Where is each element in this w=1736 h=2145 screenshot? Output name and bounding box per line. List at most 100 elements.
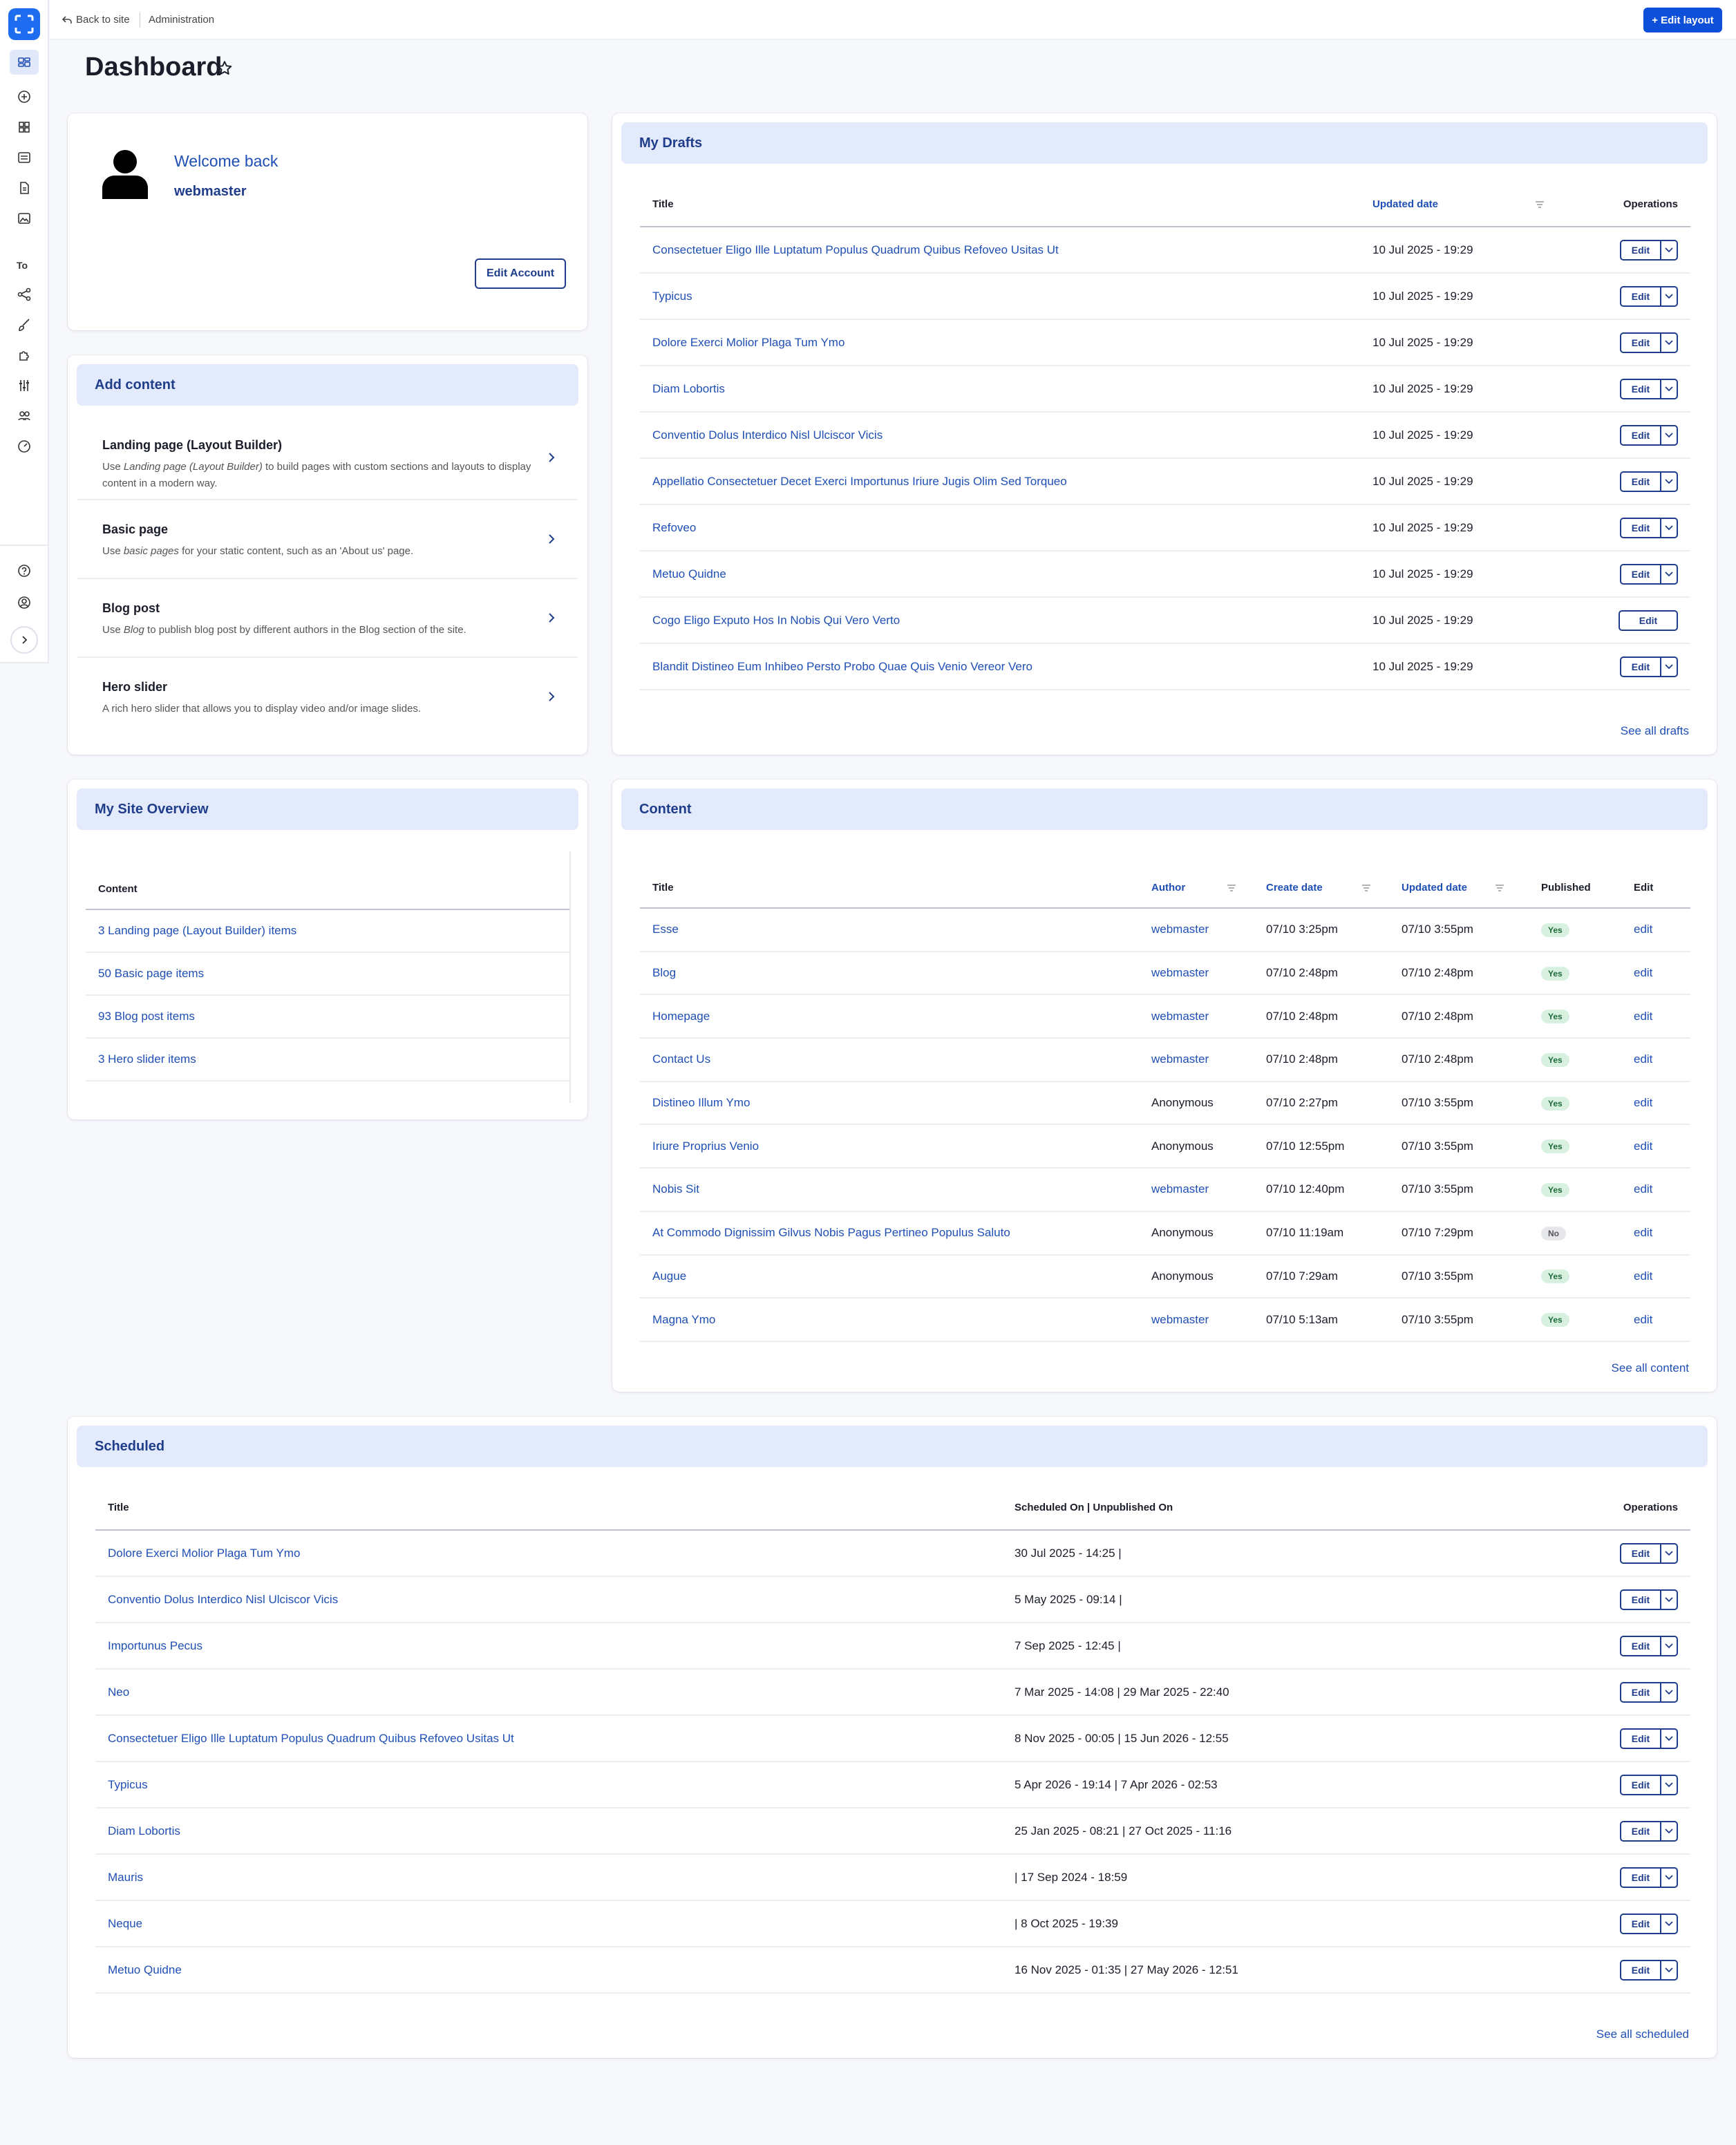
content-title-link[interactable]: Magna Ymo (652, 1313, 715, 1326)
scheduled-title-link[interactable]: Dolore Exerci Molior Plaga Tum Ymo (108, 1547, 300, 1560)
content-author[interactable]: webmaster (1151, 1313, 1209, 1326)
edit-button[interactable]: Edit (1621, 565, 1660, 583)
scheduled-title-link[interactable]: Consectetuer Eligo Ille Luptatum Populus… (108, 1732, 514, 1745)
edit-layout-button[interactable]: + Edit layout (1643, 8, 1722, 32)
edit-dropdown-toggle[interactable] (1660, 1729, 1677, 1748)
edit-button[interactable]: Edit (1621, 426, 1660, 444)
content-author[interactable]: webmaster (1151, 966, 1209, 979)
edit-button[interactable]: Edit (1621, 1591, 1660, 1609)
edit-dropdown-toggle[interactable] (1660, 426, 1677, 444)
logo-icon[interactable] (8, 8, 40, 40)
edit-dropdown-toggle[interactable] (1660, 518, 1677, 537)
draft-title-link[interactable]: Cogo Eligo Exputo Hos In Nobis Qui Vero … (652, 614, 900, 627)
edit-dropdown-toggle[interactable] (1660, 240, 1677, 259)
add-content-item-basic-page[interactable]: Basic page Use basic pages for your stat… (77, 500, 578, 579)
edit-account-button[interactable]: Edit Account (475, 258, 566, 289)
help-icon[interactable] (10, 558, 39, 583)
edit-button[interactable]: Edit (1621, 1637, 1660, 1655)
draft-title-link[interactable]: Blandit Distineo Eum Inhibeo Persto Prob… (652, 660, 1032, 673)
users-icon[interactable] (10, 404, 39, 428)
scheduled-title-link[interactable]: Typicus (108, 1778, 148, 1791)
draft-title-link[interactable]: Consectetuer Eligo Ille Luptatum Populus… (652, 243, 1059, 256)
draft-title-link[interactable]: Diam Lobortis (652, 382, 725, 395)
content-edit-link[interactable]: edit (1634, 966, 1652, 979)
edit-dropdown-toggle[interactable] (1660, 379, 1677, 398)
edit-dropdown-toggle[interactable] (1660, 565, 1677, 583)
content-title-link[interactable]: Iriure Proprius Venio (652, 1140, 759, 1153)
edit-dropdown-toggle[interactable] (1660, 1960, 1677, 1979)
see-all-drafts-link[interactable]: See all drafts (1621, 724, 1689, 738)
content-author[interactable]: webmaster (1151, 1010, 1209, 1023)
puzzle-icon[interactable] (10, 343, 39, 368)
brush-icon[interactable] (10, 312, 39, 337)
edit-dropdown-toggle[interactable] (1660, 1683, 1677, 1701)
edit-dropdown-toggle[interactable] (1660, 1822, 1677, 1840)
content-title-link[interactable]: Esse (652, 923, 679, 936)
content-title-link[interactable]: Contact Us (652, 1052, 710, 1066)
edit-button[interactable]: Edit (1621, 658, 1660, 676)
overview-link[interactable]: 93 Blog post items (98, 1010, 195, 1023)
draft-title-link[interactable]: Conventio Dolus Interdico Nisl Ulciscor … (652, 428, 883, 442)
content-edit-link[interactable]: edit (1634, 1313, 1652, 1326)
edit-button[interactable]: Edit (1621, 1730, 1660, 1748)
edit-button[interactable]: Edit (1621, 1869, 1660, 1887)
layout-icon[interactable] (10, 50, 39, 75)
scheduled-title-link[interactable]: Importunus Pecus (108, 1639, 202, 1652)
plus-circle-icon[interactable] (10, 84, 39, 109)
edit-button[interactable]: Edit (1621, 1915, 1660, 1933)
scheduled-title-link[interactable]: Mauris (108, 1871, 143, 1884)
edit-dropdown-toggle[interactable] (1660, 1775, 1677, 1794)
draft-title-link[interactable]: Refoveo (652, 521, 696, 534)
user-circle-icon[interactable] (10, 590, 39, 615)
content-edit-link[interactable]: edit (1634, 1226, 1652, 1239)
edit-dropdown-toggle[interactable] (1660, 1868, 1677, 1887)
list-icon[interactable] (10, 145, 39, 170)
scheduled-title-link[interactable]: Neque (108, 1917, 142, 1930)
add-content-item-blog-post[interactable]: Blog post Use Blog to publish blog post … (77, 579, 578, 658)
scheduled-title-link[interactable]: Metuo Quidne (108, 1963, 182, 1976)
content-edit-link[interactable]: edit (1634, 1010, 1652, 1023)
grid-icon[interactable] (10, 115, 39, 140)
gauge-icon[interactable] (10, 434, 39, 459)
content-edit-link[interactable]: edit (1634, 1182, 1652, 1196)
edit-dropdown-toggle[interactable] (1660, 1914, 1677, 1933)
scheduled-title-link[interactable]: Diam Lobortis (108, 1824, 180, 1837)
content-title-link[interactable]: Homepage (652, 1010, 710, 1023)
draft-title-link[interactable]: Dolore Exerci Molior Plaga Tum Ymo (652, 336, 845, 349)
column-header-updated-date[interactable]: Updated date (1402, 868, 1541, 909)
overview-link[interactable]: 50 Basic page items (98, 967, 204, 980)
document-icon[interactable] (10, 176, 39, 200)
content-author[interactable]: webmaster (1151, 1182, 1209, 1196)
edit-dropdown-toggle[interactable] (1660, 287, 1677, 305)
edit-button[interactable]: Edit (1621, 1544, 1660, 1562)
content-edit-link[interactable]: edit (1634, 1052, 1652, 1066)
column-header-author[interactable]: Author (1151, 868, 1266, 909)
content-edit-link[interactable]: edit (1634, 1096, 1652, 1109)
edit-button[interactable]: Edit (1621, 241, 1660, 259)
draft-title-link[interactable]: Typicus (652, 290, 692, 303)
edit-dropdown-toggle[interactable] (1660, 472, 1677, 491)
content-edit-link[interactable]: edit (1634, 1140, 1652, 1153)
overview-link[interactable]: 3 Landing page (Layout Builder) items (98, 924, 296, 937)
back-to-site-link[interactable]: Back to site (62, 14, 130, 26)
breadcrumb[interactable]: Administration (149, 14, 214, 26)
content-title-link[interactable]: At Commodo Dignissim Gilvus Nobis Pagus … (652, 1226, 1010, 1239)
edit-button[interactable]: Edit (1620, 612, 1677, 630)
workflow-icon[interactable] (10, 282, 39, 307)
draft-title-link[interactable]: Metuo Quidne (652, 567, 726, 580)
column-header-create-date[interactable]: Create date (1266, 868, 1402, 909)
scheduled-title-link[interactable]: Conventio Dolus Interdico Nisl Ulciscor … (108, 1593, 338, 1606)
content-edit-link[interactable]: edit (1634, 1269, 1652, 1283)
edit-button[interactable]: Edit (1621, 380, 1660, 398)
media-icon[interactable] (10, 206, 39, 231)
edit-dropdown-toggle[interactable] (1660, 1590, 1677, 1609)
sidebar-expand-button[interactable] (10, 626, 38, 654)
content-title-link[interactable]: Distineo Illum Ymo (652, 1096, 750, 1109)
edit-button[interactable]: Edit (1621, 287, 1660, 305)
edit-button[interactable]: Edit (1621, 334, 1660, 352)
edit-button[interactable]: Edit (1621, 1776, 1660, 1794)
see-all-content-link[interactable]: See all content (1612, 1361, 1689, 1375)
sliders-icon[interactable] (10, 373, 39, 398)
edit-button[interactable]: Edit (1621, 1961, 1660, 1979)
content-title-link[interactable]: Nobis Sit (652, 1182, 699, 1196)
